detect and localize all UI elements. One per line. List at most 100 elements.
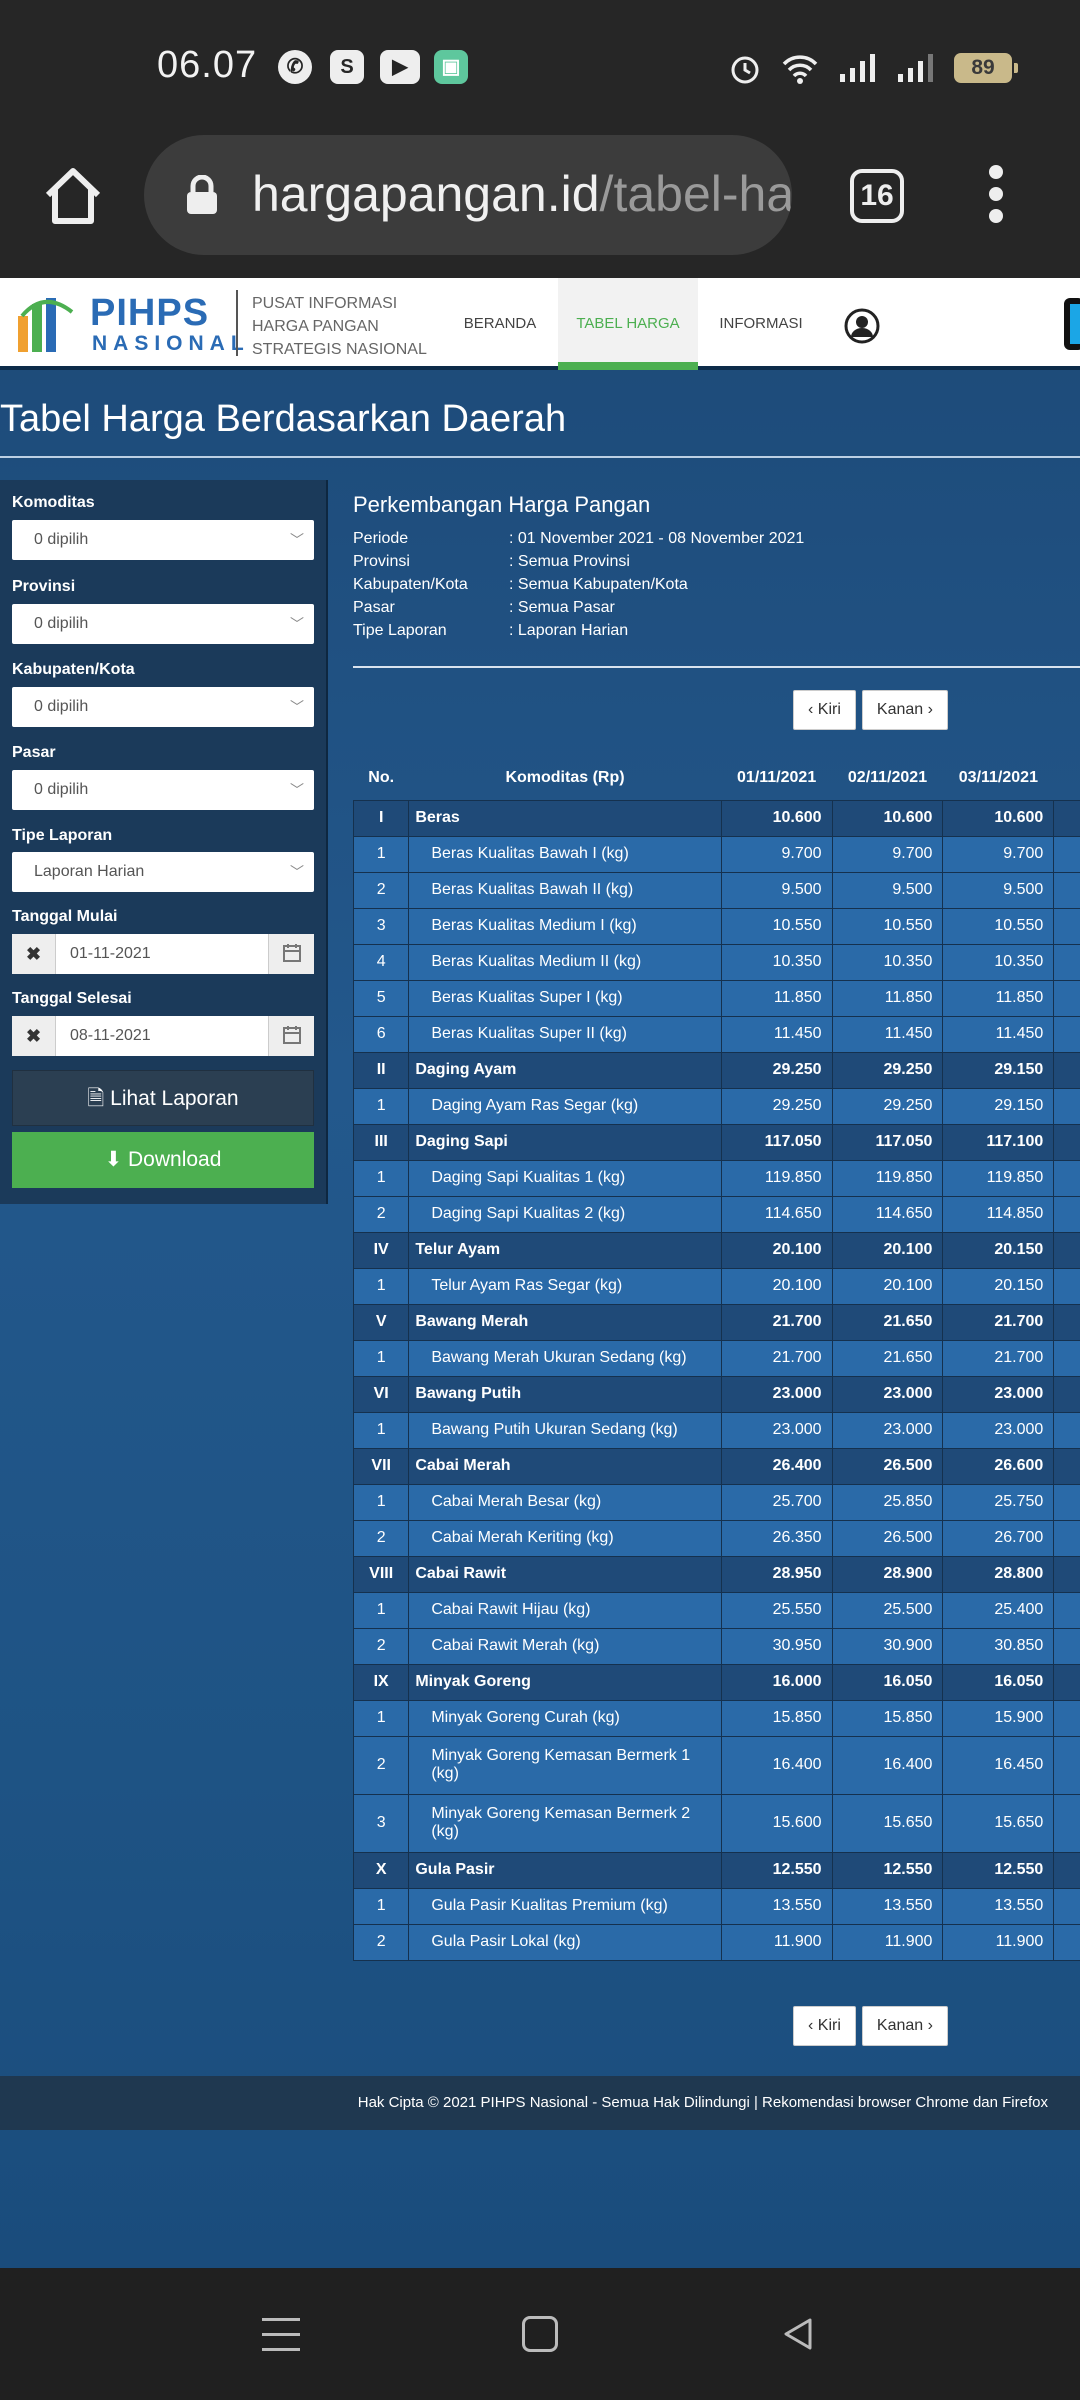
table-group-row: VII Cabai Merah 26.400 26.500 26.600 (352, 1447, 1080, 1485)
table-row: 1 Beras Kualitas Bawah I (kg) 9.700 9.700 9.… (352, 835, 1080, 873)
row-price: 12.550 (831, 1851, 944, 1889)
home-icon[interactable] (40, 163, 106, 229)
row-number: 3 (352, 1793, 410, 1853)
row-price-cut (1053, 1519, 1080, 1557)
row-price: 23.000 (720, 1375, 833, 1413)
tab-switcher-button[interactable]: 16 (850, 169, 904, 223)
user-icon[interactable] (844, 308, 880, 344)
row-price: 28.950 (720, 1555, 833, 1593)
status-bar: 06.07 ✆ S ▶ ▣ 89 (0, 0, 1080, 135)
row-komoditas: Beras Kualitas Super I (kg) (408, 979, 722, 1017)
kiri-button[interactable]: ‹ Kiri (793, 2006, 856, 2046)
row-price: 28.900 (831, 1555, 944, 1593)
row-price: 16.450 (942, 1735, 1055, 1795)
row-price-cut (1053, 1087, 1080, 1125)
more-menu-icon[interactable] (986, 165, 1006, 229)
kanan-button[interactable]: Kanan › (861, 690, 948, 730)
row-number: 4 (352, 943, 410, 981)
table-group-row: VI Bawang Putih 23.000 23.000 23.000 (352, 1375, 1080, 1413)
row-price-cut (1053, 1735, 1080, 1795)
nav-beranda[interactable]: BERANDA (450, 278, 550, 370)
clear-date-icon[interactable]: ✖ (12, 934, 56, 974)
row-price-cut (1053, 1051, 1080, 1089)
row-price-cut (1053, 1195, 1080, 1233)
table-row: 4 Beras Kualitas Medium II (kg) 10.350 10.3… (352, 943, 1080, 981)
chevron-left-icon: ‹ (808, 701, 814, 718)
row-komoditas: Beras (408, 799, 722, 837)
clear-date-icon[interactable]: ✖ (12, 1016, 56, 1056)
row-komoditas: Minyak Goreng Kemasan Bermerk 1 (kg) (408, 1735, 722, 1795)
row-price: 13.550 (831, 1887, 944, 1925)
row-number: 5 (352, 979, 410, 1017)
pasar-label: Pasar (12, 744, 56, 761)
kiri-button[interactable]: ‹ Kiri (793, 690, 856, 730)
recent-apps-icon[interactable] (262, 2318, 300, 2352)
row-price: 30.950 (720, 1627, 833, 1665)
row-price: 114.850 (942, 1195, 1055, 1233)
col-date-1: 01/11/2021 (737, 768, 817, 786)
table-row: 2 Gula Pasir Lokal (kg) 11.900 11.900 11.900 (352, 1923, 1080, 1961)
table-group-row: III Daging Sapi 117.050 117.050 117.100 (352, 1123, 1080, 1161)
row-price: 29.250 (720, 1087, 833, 1125)
tanggal-mulai-input[interactable]: 01-11-2021 (56, 934, 268, 974)
kabupaten-select[interactable]: 0 dipilih ﹀ (12, 687, 314, 727)
row-number: 1 (352, 835, 410, 873)
partial-header-icon[interactable] (1064, 298, 1080, 350)
row-price-cut (1053, 1375, 1080, 1413)
row-komoditas: Daging Ayam Ras Segar (kg) (408, 1087, 722, 1125)
row-price-cut (1053, 1231, 1080, 1269)
tanggal-selesai-label: Tanggal Selesai (12, 990, 132, 1007)
row-price: 23.000 (831, 1375, 944, 1413)
row-komoditas: Cabai Rawit Merah (kg) (408, 1627, 722, 1665)
row-number: VIII (352, 1555, 410, 1593)
row-price-cut (1053, 1447, 1080, 1485)
row-number: 1 (352, 1159, 410, 1197)
row-number: 1 (352, 1411, 410, 1449)
row-price-cut (1053, 1793, 1080, 1853)
tipe-laporan-select[interactable]: Laporan Harian ﹀ (12, 852, 314, 892)
wifi-icon (782, 55, 818, 84)
pasar-select[interactable]: 0 dipilih ﹀ (12, 770, 314, 810)
komoditas-select[interactable]: 0 dipilih ﹀ (12, 520, 314, 560)
row-price: 114.650 (831, 1195, 944, 1233)
calendar-icon[interactable] (268, 934, 314, 974)
chevron-right-icon: › (927, 701, 933, 718)
row-number: III (352, 1123, 410, 1161)
row-number: I (352, 799, 410, 837)
row-price: 119.850 (831, 1159, 944, 1197)
home-button-icon[interactable] (522, 2316, 558, 2352)
table-row: 1 Cabai Merah Besar (kg) 25.700 25.850 25.75… (352, 1483, 1080, 1521)
lihat-laporan-button[interactable]: 🗎 Lihat Laporan (12, 1070, 314, 1126)
calendar-icon[interactable] (268, 1016, 314, 1056)
row-number: VI (352, 1375, 410, 1413)
row-komoditas: Bawang Putih Ukuran Sedang (kg) (408, 1411, 722, 1449)
row-price: 26.700 (942, 1519, 1055, 1557)
row-price: 26.350 (720, 1519, 833, 1557)
pihps-logo-icon[interactable] (16, 296, 86, 352)
row-price-cut (1053, 1923, 1080, 1961)
address-bar[interactable]: hargapangan.id/tabel-ha (144, 135, 792, 255)
row-price: 15.650 (831, 1793, 944, 1853)
row-price: 26.400 (720, 1447, 833, 1485)
row-price: 11.850 (942, 979, 1055, 1017)
row-price: 15.850 (831, 1699, 944, 1737)
row-price-cut (1053, 1483, 1080, 1521)
nav-tabel-harga[interactable]: TABEL HARGA (558, 278, 698, 370)
table-row: 1 Telur Ayam Ras Segar (kg) 20.100 20.100 20… (352, 1267, 1080, 1305)
row-price: 117.050 (831, 1123, 944, 1161)
row-price: 12.550 (720, 1851, 833, 1889)
row-price: 16.050 (831, 1663, 944, 1701)
row-price: 10.600 (942, 799, 1055, 837)
table-row: 2 Cabai Rawit Merah (kg) 30.950 30.900 30.85… (352, 1627, 1080, 1665)
kanan-button[interactable]: Kanan › (861, 2006, 948, 2046)
row-number: 3 (352, 907, 410, 945)
nav-informasi[interactable]: INFORMASI (706, 278, 816, 370)
download-button[interactable]: ⬇ Download (12, 1132, 314, 1188)
back-icon[interactable] (778, 2314, 818, 2354)
provinsi-select[interactable]: 0 dipilih ﹀ (12, 604, 314, 644)
table-row: 1 Minyak Goreng Curah (kg) 15.850 15.850 15.… (352, 1699, 1080, 1737)
report-title: Perkembangan Harga Pangan (353, 492, 651, 517)
tanggal-selesai-input[interactable]: 08-11-2021 (56, 1016, 268, 1056)
filter-panel: Komoditas 0 dipilih ﹀ Provinsi 0 dipilih ﹀… (0, 480, 328, 1204)
row-price: 21.700 (942, 1303, 1055, 1341)
